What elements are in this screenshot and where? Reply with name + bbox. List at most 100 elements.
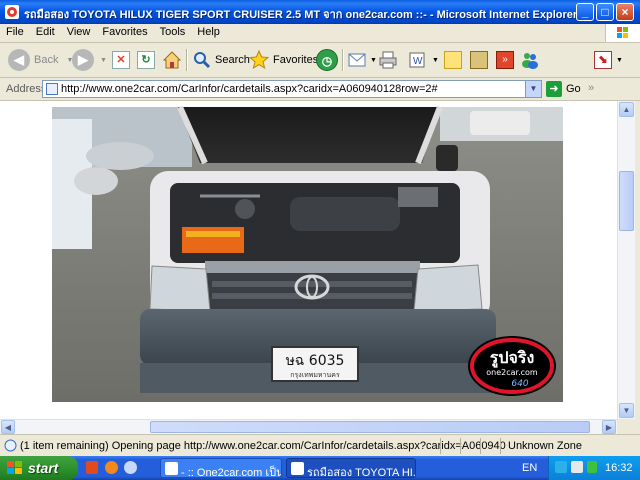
links-grip: » <box>588 82 595 94</box>
print-icon <box>379 51 397 69</box>
task-one2car[interactable]: - :: One2car.com เป็น... <box>160 458 282 478</box>
task-toyota-hilux[interactable]: รถมือสอง TOYOTA HI... <box>286 458 416 478</box>
edit-dropdown-icon[interactable]: ▼ <box>432 57 439 64</box>
status-bar: (1 item remaining) Opening page http://w… <box>0 434 640 457</box>
close-button[interactable]: × <box>616 3 634 21</box>
status-divider <box>460 438 461 454</box>
home-button[interactable] <box>162 48 182 72</box>
mail-icon <box>348 53 366 67</box>
window-title: รถมือสอง TOYOTA HILUX TIGER SPORT CRUISE… <box>24 9 578 21</box>
language-indicator[interactable]: EN <box>522 462 537 474</box>
minimize-button[interactable]: _ <box>576 3 594 21</box>
research-book-icon <box>470 51 488 69</box>
word-edit-icon: W <box>409 52 425 68</box>
messenger-button[interactable] <box>520 48 540 72</box>
search-icon <box>194 52 211 69</box>
scroll-left-button[interactable]: ◀ <box>1 420 15 434</box>
quicklaunch-media-icon[interactable] <box>124 461 137 474</box>
go-label: Go <box>566 83 581 95</box>
favorites-label: Favorites <box>273 54 319 66</box>
stop-button[interactable]: ✕ <box>112 48 130 72</box>
mail-dropdown-icon[interactable]: ▼ <box>370 57 377 64</box>
mail-button[interactable]: ▼ <box>348 48 377 72</box>
forward-arrow-icon: ▶ <box>72 49 94 71</box>
toolbar-separator <box>186 49 188 71</box>
edit-button[interactable]: W ▼ <box>408 48 439 72</box>
menu-edit[interactable]: Edit <box>30 24 61 38</box>
page-icon <box>46 83 58 95</box>
watermark-title: รูปจริง <box>490 348 535 369</box>
status-text: (1 item remaining) Opening page http://w… <box>20 440 506 452</box>
watermark-site: one2car.com <box>486 368 538 377</box>
stop-icon: ✕ <box>112 51 130 69</box>
status-divider <box>480 438 481 454</box>
research-button[interactable] <box>470 48 488 72</box>
address-dropdown-icon[interactable]: ▼ <box>525 81 541 97</box>
status-divider <box>440 438 441 454</box>
menu-bar: File Edit View Favorites Tools Help <box>0 24 640 43</box>
scroll-down-button[interactable]: ▼ <box>619 403 634 418</box>
svg-text:W: W <box>413 56 423 67</box>
address-label: Address <box>6 83 47 95</box>
task-one2car-label: - :: One2car.com เป็น... <box>181 467 282 478</box>
vertical-scroll-thumb[interactable] <box>619 171 634 231</box>
favorites-star-icon <box>249 50 269 70</box>
network-icon[interactable] <box>555 461 567 473</box>
refresh-icon: ↻ <box>137 51 155 69</box>
scroll-up-button[interactable]: ▲ <box>619 102 634 117</box>
addon-button[interactable]: » <box>496 48 514 72</box>
security-zone: Unknown Zone <box>508 440 582 452</box>
addon-red-icon: » <box>496 51 514 69</box>
license-plate-province: กรุงเทพมหานคร <box>290 371 340 379</box>
maximize-button[interactable]: □ <box>596 3 614 21</box>
volume-icon[interactable] <box>571 461 583 473</box>
scroll-right-button[interactable]: ▶ <box>602 420 616 434</box>
ie-task-icon <box>165 462 178 475</box>
license-plate-number: ษฉ 6035 <box>286 353 345 369</box>
toolbar-separator <box>342 49 344 71</box>
taskbar: start - :: One2car.com เป็น... รถมือสอง … <box>0 456 640 480</box>
menu-favorites[interactable]: Favorites <box>96 24 153 38</box>
quicklaunch-app-icon[interactable] <box>86 461 98 474</box>
task-toyota-hilux-label: รถมือสอง TOYOTA HI... <box>307 467 416 478</box>
menu-help[interactable]: Help <box>191 24 226 38</box>
acrobat-dropdown-icon[interactable]: ▼ <box>616 57 623 64</box>
menu-tools[interactable]: Tools <box>154 24 192 38</box>
refresh-button[interactable]: ↻ <box>137 48 155 72</box>
system-tray: 16:32 <box>548 456 640 480</box>
back-arrow-icon: ◀ <box>8 49 30 71</box>
menu-file[interactable]: File <box>0 24 30 38</box>
history-button[interactable]: ◷ <box>316 48 338 72</box>
loading-page-icon <box>4 439 17 452</box>
address-url[interactable]: http://www.one2car.com/CarInfor/cardetai… <box>61 83 438 95</box>
forward-button[interactable]: ▶ ▼ <box>72 48 107 72</box>
back-label: Back <box>34 54 59 66</box>
go-button[interactable]: ➜ Go <box>546 81 581 97</box>
start-button[interactable]: start <box>0 456 78 480</box>
windows-logo-icon <box>605 24 640 42</box>
ie-task-icon <box>291 462 304 475</box>
search-label: Search <box>215 54 250 66</box>
standard-toolbar: ◀ Back ▼ ▶ ▼ ✕ ↻ Search Favorites ◷ ▼ W … <box>0 43 640 78</box>
search-button[interactable]: Search <box>193 48 250 72</box>
favorites-button[interactable]: Favorites <box>249 48 318 72</box>
watermark-size: 640 <box>511 379 528 389</box>
acrobat-button[interactable]: ⬊ ▼ <box>594 48 623 72</box>
go-arrow-icon: ➜ <box>546 81 562 97</box>
quicklaunch-firefox-icon[interactable] <box>105 461 118 474</box>
vertical-scrollbar[interactable]: ▲ ▼ <box>617 101 635 419</box>
tray-app-icon[interactable] <box>587 461 597 473</box>
address-input[interactable]: http://www.one2car.com/CarInfor/cardetai… <box>42 80 542 98</box>
forward-dropdown-icon[interactable]: ▼ <box>100 57 107 64</box>
print-button[interactable] <box>378 48 398 72</box>
car-photo: ษฉ 6035 กรุงเทพมหานคร รูปจริง one2car.co… <box>52 105 563 402</box>
scroll-corner <box>617 419 640 434</box>
history-icon: ◷ <box>316 49 338 71</box>
horizontal-scrollbar[interactable]: ◀ ▶ <box>0 419 617 434</box>
menu-view[interactable]: View <box>61 24 97 38</box>
messenger-icon <box>522 53 538 69</box>
back-button[interactable]: ◀ Back ▼ <box>8 48 73 72</box>
pdf-icon: ⬊ <box>594 51 612 69</box>
horizontal-scroll-thumb[interactable] <box>150 421 590 433</box>
discuss-button[interactable] <box>444 48 462 72</box>
